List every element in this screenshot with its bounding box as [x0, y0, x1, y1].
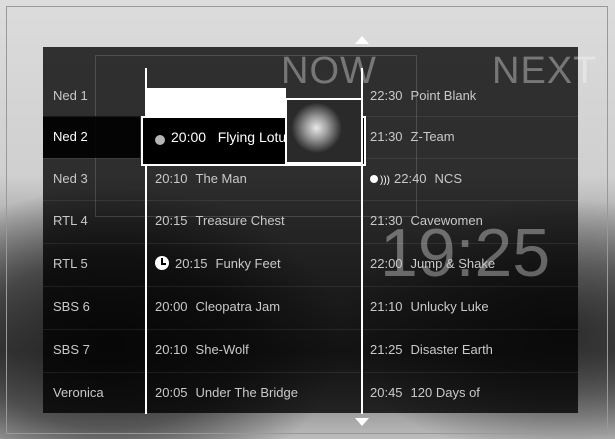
selected-title: Flying Lotus: [217, 129, 294, 145]
now-title: She-Wolf: [195, 342, 249, 357]
next-time: 22:30: [370, 88, 403, 103]
next-program[interactable]: 21:10 Unlucky Luke: [370, 286, 489, 328]
channel-row[interactable]: SBS 6 20:00 Cleopatra Jam 21:10 Unlucky Lu…: [43, 286, 578, 328]
next-title: Z-Team: [410, 129, 455, 144]
now-time: 20:10: [155, 171, 188, 186]
channel-row[interactable]: SBS 7 20:10 She-Wolf 21:25 Disaster Earth: [43, 329, 578, 371]
now-time: 20:15: [175, 256, 208, 271]
next-title: Jump & Shake: [410, 256, 496, 271]
next-program[interactable]: 20:45 120 Days of: [370, 372, 480, 414]
next-title: Point Blank: [410, 88, 477, 103]
next-title: Cavewomen: [410, 213, 483, 228]
channel-name: Ned 3: [53, 171, 88, 186]
next-title: Disaster Earth: [410, 342, 493, 357]
channel-name: RTL 4: [53, 213, 88, 228]
next-program[interactable]: 22:30 Point Blank: [370, 75, 476, 117]
next-time: 21:30: [370, 213, 403, 228]
channel-row[interactable]: RTL 5 20:15 Funky Feet 22:00 Jump & Shake: [43, 243, 578, 285]
now-program[interactable]: 20:00 Cleopatra Jam: [155, 286, 280, 328]
next-program[interactable]: 21:30 Cavewomen: [370, 200, 483, 242]
now-title: Cleopatra Jam: [195, 299, 281, 314]
channel-row[interactable]: RTL 4 20:15 Treasure Chest 21:30 Cavewomen: [43, 200, 578, 242]
clock-icon: [155, 256, 169, 270]
now-title: Treasure Chest: [195, 213, 285, 228]
row-divider: [43, 200, 578, 201]
channel-name: SBS 7: [53, 342, 90, 357]
now-title: The Man: [195, 171, 247, 186]
row-divider: [43, 286, 578, 287]
row-divider: [43, 372, 578, 373]
now-program[interactable]: 20:15 Funky Feet: [155, 243, 281, 285]
next-time: 21:25: [370, 342, 403, 357]
next-time: 21:30: [370, 129, 403, 144]
next-title: NCS: [434, 171, 462, 186]
next-title: Unlucky Luke: [410, 299, 489, 314]
next-program[interactable]: 21:30 Z-Team: [370, 116, 455, 158]
recording-icon: [370, 175, 378, 183]
channel-name: Veronica: [53, 385, 104, 400]
channel-name: Ned 2: [53, 129, 88, 144]
channel-name: SBS 6: [53, 299, 90, 314]
now-title: Click Chic: [188, 89, 247, 104]
now-program[interactable]: 20:10 Click Chic: [148, 78, 246, 116]
row-divider: [43, 243, 578, 244]
recording-waves-icon: ))): [380, 175, 390, 186]
selected-program-text: 20:00 Flying Lotus: [171, 118, 293, 164]
now-time: 20:15: [155, 213, 188, 228]
next-time: 21:10: [370, 299, 403, 314]
next-program[interactable]: ))) 22:40 NCS: [370, 158, 462, 200]
status-dot-icon: [155, 135, 165, 145]
program-thumbnail: [285, 98, 363, 164]
now-time: 20:10: [155, 342, 188, 357]
now-program[interactable]: 20:10 She-Wolf: [155, 329, 249, 371]
next-title: 120 Days of: [410, 385, 480, 400]
channel-name: Ned 1: [53, 88, 88, 103]
next-time: 20:45: [370, 385, 403, 400]
channel-row[interactable]: Veronica 20:05 Under The Bridge 20:45 120 …: [43, 372, 578, 414]
now-time: 20:10: [148, 89, 181, 104]
now-time: 20:00: [155, 299, 188, 314]
scroll-down-arrow-icon[interactable]: [355, 418, 369, 426]
now-title: Under The Bridge: [195, 385, 298, 400]
channel-name: RTL 5: [53, 256, 88, 271]
scroll-up-arrow-icon[interactable]: [355, 36, 369, 44]
next-time: 22:40: [394, 171, 427, 186]
now-program[interactable]: 20:15 Treasure Chest: [155, 200, 285, 242]
selected-time: 20:00: [171, 129, 207, 145]
next-program[interactable]: 21:25 Disaster Earth: [370, 329, 493, 371]
next-program[interactable]: 22:00 Jump & Shake: [370, 243, 495, 285]
now-title: Funky Feet: [215, 256, 281, 271]
now-time: 20:05: [155, 385, 188, 400]
next-time: 22:00: [370, 256, 403, 271]
row-divider: [43, 329, 578, 330]
now-program[interactable]: 20:05 Under The Bridge: [155, 372, 298, 414]
